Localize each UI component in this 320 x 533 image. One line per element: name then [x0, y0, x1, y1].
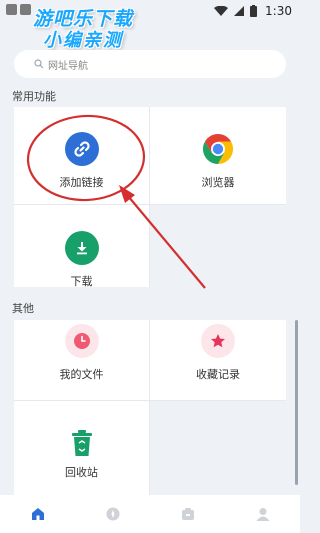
chrome-icon — [201, 132, 235, 166]
search-placeholder: 网址导航 — [48, 60, 88, 72]
other-functions-grid: 我的文件 收藏记录 回收站 — [14, 320, 286, 495]
star-icon — [201, 324, 235, 358]
common-functions-grid: 添加链接 浏览器 下载 — [14, 107, 286, 289]
link-icon — [64, 132, 99, 166]
status-icons: 1:30 — [214, 4, 292, 18]
favorites-label: 收藏记录 — [196, 368, 240, 381]
my-files-button[interactable]: 我的文件 — [14, 324, 149, 382]
download-label: 下载 — [70, 275, 93, 288]
clock-icon — [64, 324, 99, 358]
home-icon — [31, 508, 44, 520]
recycle-bin-label: 回收站 — [65, 466, 98, 479]
add-link-label: 添加链接 — [59, 176, 104, 189]
recycle-bin-button[interactable]: 回收站 — [14, 426, 149, 480]
section-title-other: 其他 — [12, 302, 34, 315]
tab-toolbox[interactable] — [181, 507, 195, 521]
wifi-icon — [214, 5, 229, 16]
signal-icon — [234, 5, 245, 16]
recycle-bin-icon — [65, 426, 99, 460]
tab-profile[interactable] — [256, 507, 270, 521]
download-button[interactable]: 下载 — [14, 231, 149, 289]
user-icon — [256, 508, 269, 521]
search-input[interactable]: 网址导航 — [14, 50, 286, 78]
section-title-common: 常用功能 — [12, 90, 56, 103]
box-icon — [181, 508, 194, 520]
add-link-button[interactable]: 添加链接 — [14, 132, 149, 190]
browser-button[interactable]: 浏览器 — [150, 132, 286, 190]
notification-icon — [6, 4, 17, 15]
bottom-tab-bar — [0, 495, 300, 533]
scrollbar[interactable] — [295, 320, 298, 485]
clock: 1:30 — [265, 4, 292, 18]
compass-icon — [106, 507, 119, 521]
my-files-label: 我的文件 — [59, 368, 104, 381]
download-icon — [64, 231, 99, 265]
tab-home[interactable] — [31, 507, 45, 521]
watermark: 游吧乐下载 小编亲测 — [32, 8, 133, 51]
battery-icon — [250, 5, 258, 17]
favorites-button[interactable]: 收藏记录 — [150, 324, 286, 382]
search-icon — [34, 59, 44, 69]
tab-discover[interactable] — [106, 507, 120, 521]
browser-label: 浏览器 — [201, 176, 235, 189]
